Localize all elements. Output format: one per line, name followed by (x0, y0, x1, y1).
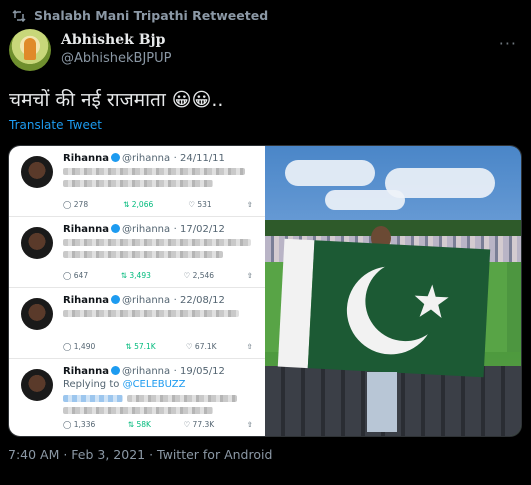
tweet-text: चमचों की नई राजमाता 😀😀.. (9, 89, 224, 111)
verified-icon (110, 295, 120, 304)
embedded-tweet-name: Rihanna (63, 366, 109, 377)
retweet-count: 57.1K (134, 342, 156, 351)
crescent-star-icon (346, 261, 449, 355)
blurred-text (63, 310, 239, 317)
embedded-tweet-date: · 19/05/12 (173, 366, 225, 377)
retweet-count: 58K (136, 420, 151, 429)
embedded-tweet-actions: ◯ 647 ⇅ 3,493 ♡ 2,546 ⇧ (63, 271, 253, 280)
blurred-text (63, 395, 123, 402)
blurred-text (63, 407, 213, 414)
blurred-text (63, 180, 213, 187)
embedded-tweet-date: · 17/02/12 (173, 224, 225, 235)
avatar[interactable] (9, 29, 51, 71)
reply-icon: ◯ 1,336 (63, 420, 96, 429)
share-icon: ⇧ (246, 200, 253, 209)
embedded-tweet-handle: @rihanna (121, 153, 171, 164)
like-count: 2,546 (192, 271, 215, 280)
verified-icon (110, 366, 120, 375)
reply-count: 278 (73, 200, 89, 209)
avatar (21, 298, 53, 330)
cloud (285, 160, 375, 186)
embedded-tweet: Rihanna @rihanna · 24/11/11 ◯ 278 ⇅ 2,066… (9, 146, 265, 217)
retweet-context-label: Shalabh Mani Tripathi Retweeted (34, 8, 269, 23)
author-handle[interactable]: @AbhishekBJPUP (61, 51, 171, 66)
like-icon: ♡ 531 (188, 200, 212, 209)
embedded-tweet-date: · 24/11/11 (173, 153, 225, 164)
avatar (21, 227, 53, 259)
replying-to-handle: @CELEBUZZ (122, 379, 186, 390)
retweet-count: 2,066 (131, 200, 154, 209)
share-icon: ⇧ (246, 420, 253, 429)
embedded-tweet-actions: ◯ 1,336 ⇅ 58K ♡ 77.3K ⇧ (63, 420, 253, 429)
pakistan-flag (277, 238, 491, 378)
retweet-icon: ⇅ 3,493 (120, 271, 151, 280)
retweet-icon (12, 9, 26, 22)
tweet-media[interactable]: Rihanna @rihanna · 24/11/11 ◯ 278 ⇅ 2,066… (8, 145, 522, 437)
embedded-tweet-date: · 22/08/12 (173, 295, 225, 306)
author-name[interactable]: Abhishek Bjp (61, 32, 165, 48)
avatar (21, 156, 53, 188)
reply-icon: ◯ 278 (63, 200, 89, 209)
like-count: 77.3K (192, 420, 215, 429)
tweet-timestamp[interactable]: 7:40 AM · Feb 3, 2021 · Twitter for Andr… (8, 447, 272, 462)
embedded-tweet-name: Rihanna (63, 295, 109, 306)
screenshot-collage: Rihanna @rihanna · 24/11/11 ◯ 278 ⇅ 2,066… (9, 146, 265, 436)
like-count: 67.1K (194, 342, 217, 351)
embedded-tweet: Rihanna @rihanna · 17/02/12 ◯ 647 ⇅ 3,493… (9, 217, 265, 288)
like-icon: ♡ 67.1K (185, 342, 217, 351)
blurred-text (63, 239, 251, 246)
like-icon: ♡ 77.3K (183, 420, 215, 429)
replying-to: Replying to @CELEBUZZ (63, 379, 185, 390)
verified-icon (110, 224, 120, 233)
blurred-text (127, 395, 237, 402)
stadium-photo (265, 146, 521, 436)
blurred-text (63, 251, 223, 258)
share-icon: ⇧ (246, 271, 253, 280)
embedded-tweet-actions: ◯ 278 ⇅ 2,066 ♡ 531 ⇧ (63, 200, 253, 209)
embedded-tweet-actions: ◯ 1,490 ⇅ 57.1K ♡ 67.1K ⇧ (63, 342, 253, 351)
reply-count: 1,490 (73, 342, 96, 351)
cloud (325, 190, 405, 210)
retweet-context[interactable]: Shalabh Mani Tripathi Retweeted (12, 8, 268, 23)
retweet-icon: ⇅ 2,066 (123, 200, 154, 209)
retweet-icon: ⇅ 57.1K (125, 342, 156, 351)
translate-tweet-link[interactable]: Translate Tweet (9, 118, 102, 132)
like-icon: ♡ 2,546 (183, 271, 215, 280)
embedded-tweet: Rihanna @rihanna · 19/05/12 Replying to @… (9, 359, 265, 436)
reply-icon: ◯ 1,490 (63, 342, 96, 351)
retweet-count: 3,493 (129, 271, 151, 280)
retweet-icon: ⇅ 58K (127, 420, 151, 429)
reply-icon: ◯ 647 (63, 271, 89, 280)
embedded-tweet-handle: @rihanna (121, 366, 171, 377)
embedded-tweet-name: Rihanna (63, 224, 109, 235)
blurred-text (63, 168, 245, 175)
embedded-tweet: Rihanna @rihanna · 22/08/12 ◯ 1,490 ⇅ 57.… (9, 288, 265, 359)
embedded-tweet-name: Rihanna (63, 153, 109, 164)
reply-count: 1,336 (73, 420, 96, 429)
like-count: 531 (197, 200, 212, 209)
embedded-tweet-handle: @rihanna (121, 295, 171, 306)
more-icon[interactable]: ··· (499, 34, 517, 53)
replying-to-label: Replying to (63, 379, 120, 390)
verified-icon (110, 153, 120, 162)
embedded-tweet-handle: @rihanna (121, 224, 171, 235)
reply-count: 647 (73, 271, 89, 280)
avatar (21, 369, 53, 401)
share-icon: ⇧ (246, 342, 253, 351)
